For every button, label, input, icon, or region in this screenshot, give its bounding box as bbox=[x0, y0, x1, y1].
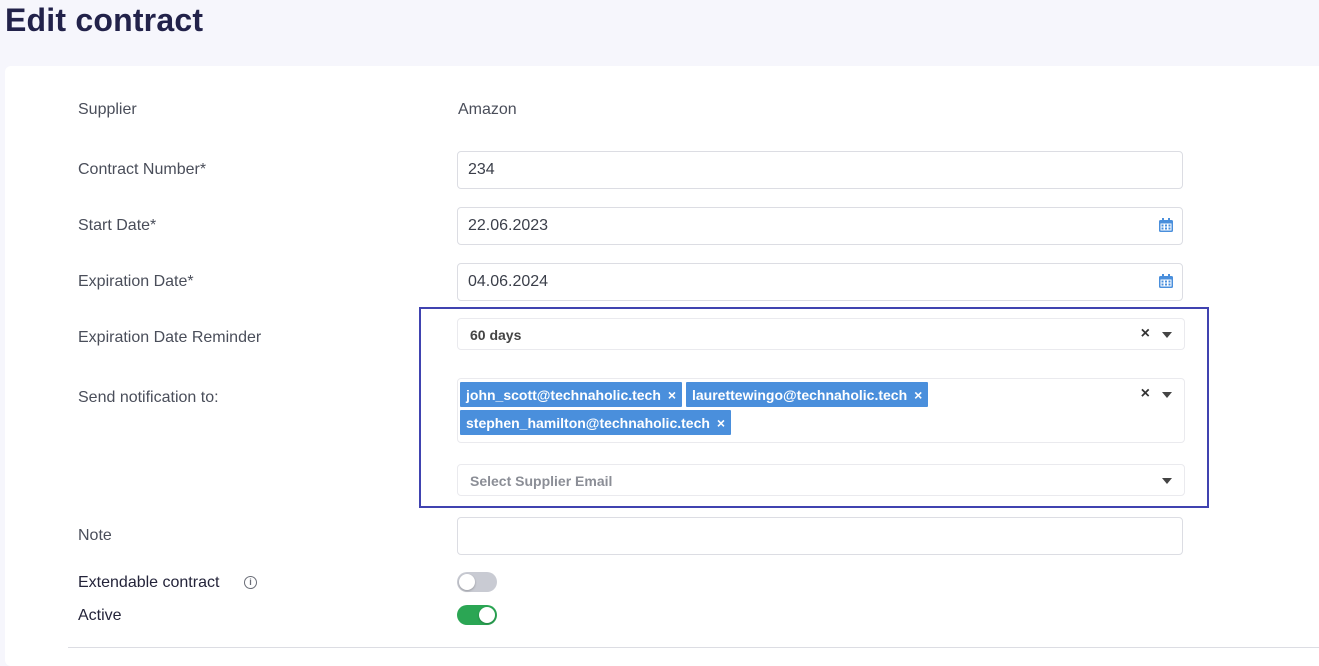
contract-number-label: Contract Number* bbox=[78, 161, 207, 178]
supplier-label: Supplier bbox=[78, 101, 137, 118]
remove-tag-icon[interactable]: × bbox=[668, 387, 676, 403]
email-tag: laurettewingo@technaholic.tech × bbox=[686, 382, 929, 407]
chevron-down-icon[interactable] bbox=[1162, 478, 1172, 484]
expiration-date-value: 04.06.2024 bbox=[468, 273, 549, 290]
reminder-value: 60 days bbox=[470, 327, 522, 343]
divider bbox=[68, 647, 1319, 648]
email-tag-label: stephen_hamilton@technaholic.tech bbox=[466, 414, 710, 431]
info-icon[interactable]: i bbox=[244, 576, 257, 589]
contract-number-input[interactable]: 234 bbox=[457, 151, 1183, 189]
calendar-icon[interactable] bbox=[1158, 273, 1174, 289]
remove-tag-icon[interactable]: × bbox=[914, 387, 922, 403]
supplier-email-placeholder: Select Supplier Email bbox=[470, 473, 613, 489]
email-tag-label: laurettewingo@technaholic.tech bbox=[692, 386, 908, 403]
note-input[interactable] bbox=[457, 517, 1183, 555]
notification-label: Send notification to: bbox=[78, 389, 219, 406]
email-tag-label: john_scott@technaholic.tech bbox=[466, 386, 661, 403]
extendable-toggle[interactable] bbox=[457, 572, 497, 592]
start-date-label: Start Date* bbox=[78, 217, 157, 234]
chevron-down-icon[interactable] bbox=[1162, 392, 1172, 398]
page-title: Edit contract bbox=[5, 2, 204, 38]
expiration-date-label: Expiration Date* bbox=[78, 273, 194, 290]
expiration-date-input[interactable]: 04.06.2024 bbox=[457, 263, 1183, 301]
remove-tag-icon[interactable]: × bbox=[717, 415, 725, 431]
notification-multiselect[interactable]: john_scott@technaholic.tech × laurettewi… bbox=[457, 378, 1185, 443]
start-date-input[interactable]: 22.06.2023 bbox=[457, 207, 1183, 245]
start-date-value: 22.06.2023 bbox=[468, 217, 549, 234]
clear-icon[interactable]: × bbox=[1141, 385, 1150, 403]
chevron-down-icon[interactable] bbox=[1162, 332, 1172, 338]
supplier-email-select[interactable]: Select Supplier Email bbox=[457, 464, 1185, 496]
toggle-knob bbox=[479, 607, 495, 623]
clear-icon[interactable]: × bbox=[1141, 325, 1150, 343]
reminder-select[interactable]: 60 days × bbox=[457, 318, 1185, 350]
supplier-value: Amazon bbox=[458, 101, 517, 118]
note-label: Note bbox=[78, 527, 112, 544]
email-tag: stephen_hamilton@technaholic.tech × bbox=[460, 410, 732, 435]
contract-number-value: 234 bbox=[468, 161, 495, 178]
toggle-knob bbox=[459, 574, 475, 590]
calendar-icon[interactable] bbox=[1158, 217, 1174, 233]
email-tag: john_scott@technaholic.tech × bbox=[460, 382, 683, 407]
active-label: Active bbox=[78, 607, 122, 624]
extendable-label: Extendable contract bbox=[78, 574, 220, 591]
active-toggle[interactable] bbox=[457, 605, 497, 625]
reminder-label: Expiration Date Reminder bbox=[78, 329, 262, 346]
